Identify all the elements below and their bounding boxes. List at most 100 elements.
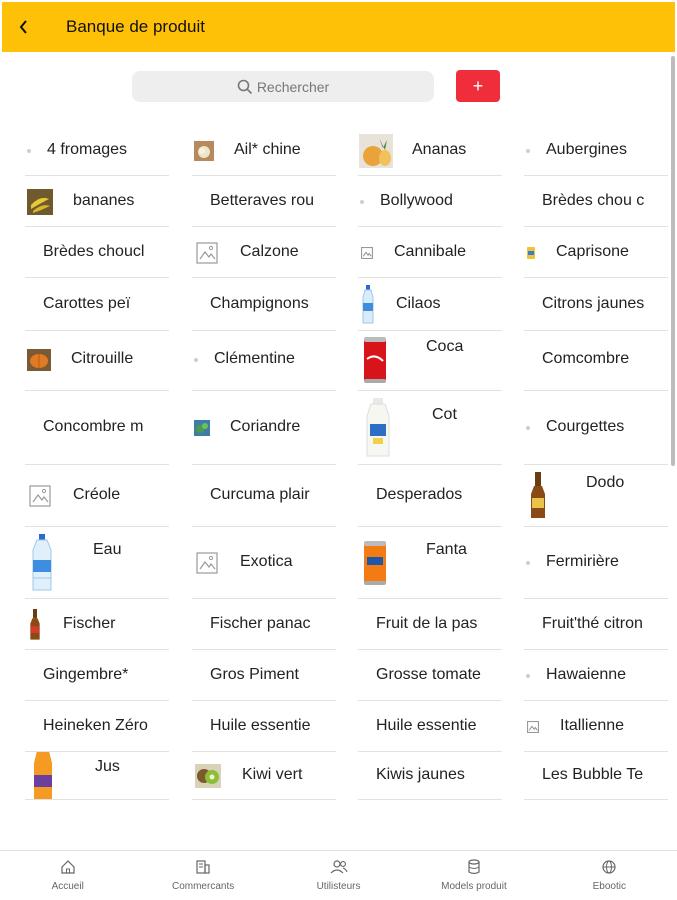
product-cell[interactable]: Gros Piment (192, 650, 336, 701)
product-label: Cannibale (394, 242, 467, 260)
product-cell[interactable]: Les Bubble Te (524, 752, 668, 800)
product-cell[interactable]: Heineken Zéro (25, 701, 169, 752)
product-label: Comcombre (542, 350, 630, 367)
product-cell[interactable]: Huile essentie (192, 701, 336, 752)
product-label: Citrouille (71, 350, 134, 367)
product-label: Betteraves rou (210, 191, 315, 209)
globe-icon (601, 859, 617, 881)
product-label: Brèdes choucl (43, 242, 145, 260)
product-cell[interactable]: Eau (25, 527, 169, 599)
product-cell[interactable]: Champignons (192, 278, 336, 331)
tab-ebootic[interactable]: Ebootic (542, 851, 677, 900)
product-thumbnail-icon (524, 391, 532, 464)
product-cell[interactable]: bananes (25, 176, 169, 227)
product-cell[interactable]: Betteraves rou (192, 176, 336, 227)
product-cell[interactable]: Huile essentie (358, 701, 502, 752)
product-cell[interactable]: Grosse tomate (358, 650, 502, 701)
product-thumbnail-icon (358, 391, 398, 464)
product-cell[interactable]: Hawaienne (524, 650, 668, 701)
product-label: Calzone (240, 242, 299, 260)
product-thumbnail-icon (192, 125, 216, 175)
product-thumbnail-icon (358, 527, 392, 598)
product-cell[interactable]: Cot (358, 391, 502, 465)
product-cell[interactable]: Desperados (358, 465, 502, 527)
product-label: Fermirière (546, 553, 619, 570)
product-cell[interactable]: Fischer panac (192, 599, 336, 650)
product-label: Huile essentie (376, 716, 477, 734)
product-cell[interactable]: Calzone (192, 227, 336, 278)
product-cell[interactable]: Ail* chine (192, 125, 336, 176)
tab-models-produit[interactable]: Models produit (406, 851, 541, 900)
product-cell[interactable]: Kiwis jaunes (358, 752, 502, 800)
product-thumbnail-icon (192, 752, 224, 799)
product-cell[interactable]: Ananas (358, 125, 502, 176)
product-cell[interactable]: Cilaos (358, 278, 502, 331)
product-label: Gros Piment (210, 665, 299, 683)
tab-label: Commercants (171, 881, 235, 892)
product-label: Champignons (210, 294, 309, 312)
product-label: Fischer (63, 614, 116, 632)
search-input[interactable]: Rechercher (132, 71, 434, 102)
product-cell[interactable]: Dodo (524, 465, 668, 527)
product-label: Coca (426, 338, 464, 355)
product-cell[interactable]: Fanta (358, 527, 502, 599)
add-product-button[interactable]: + (456, 70, 500, 102)
product-cell[interactable]: Kiwi vert (192, 752, 336, 800)
home-icon (60, 859, 76, 881)
product-cell[interactable]: Exotica (192, 527, 336, 599)
product-label: Créole (73, 486, 121, 503)
product-label: Hawaienne (546, 665, 627, 683)
product-cell[interactable]: Carottes peï (25, 278, 169, 331)
product-label: Carottes peï (43, 294, 131, 312)
tab-utilisteurs[interactable]: Utilisteurs (271, 851, 406, 900)
product-cell[interactable]: Curcuma plair (192, 465, 336, 527)
product-cell[interactable]: Gingembre* (25, 650, 169, 701)
product-thumbnail-icon (192, 329, 200, 390)
product-label: Fanta (426, 541, 467, 558)
product-cell[interactable]: Jus (25, 752, 169, 800)
database-icon (466, 859, 482, 881)
product-cell[interactable]: Caprisone (524, 227, 668, 278)
product-cell[interactable]: Brèdes choucl (25, 227, 169, 278)
product-grid: 4 fromages Ail* chine Ananas Aubergines bana… (0, 125, 672, 850)
product-cell[interactable]: Courgettes (524, 391, 668, 465)
product-label: Ananas (412, 140, 467, 158)
product-thumbnail-icon (524, 701, 542, 751)
chevron-left-icon[interactable] (2, 2, 46, 52)
product-cell[interactable]: Itallienne (524, 701, 668, 752)
product-cell[interactable]: Coca (358, 329, 502, 391)
product-label: Itallienne (560, 716, 625, 734)
users-icon (330, 859, 348, 881)
product-thumbnail-icon (358, 125, 394, 175)
scrollbar[interactable] (671, 56, 675, 466)
product-cell[interactable]: Clémentine (192, 329, 336, 391)
product-label: Ail* chine (234, 140, 301, 158)
tab-label: Models produit (441, 881, 507, 892)
product-cell[interactable]: Brèdes chou c (524, 176, 668, 227)
product-cell[interactable]: Créole (25, 465, 169, 527)
product-label: Clémentine (214, 350, 295, 367)
product-label: Heineken Zéro (43, 716, 148, 734)
product-cell[interactable]: Fermirière (524, 527, 668, 599)
tab-commercants[interactable]: Commercants (135, 851, 270, 900)
product-cell[interactable]: Bollywood (358, 176, 502, 227)
product-thumbnail-icon (25, 329, 53, 390)
product-cell[interactable]: Fruit de la pas (358, 599, 502, 650)
product-cell[interactable]: Fruit'thé citron (524, 599, 668, 650)
product-cell[interactable]: Aubergines (524, 125, 668, 176)
product-cell[interactable]: Fischer (25, 599, 169, 650)
product-cell[interactable]: Comcombre (524, 329, 668, 391)
product-cell[interactable]: Citrouille (25, 329, 169, 391)
product-cell[interactable]: Coriandre (192, 391, 336, 465)
product-cell[interactable]: Concombre m (25, 391, 169, 465)
product-cell[interactable]: 4 fromages (25, 125, 169, 176)
product-cell[interactable]: Cannibale (358, 227, 502, 278)
product-thumbnail-icon (25, 527, 59, 598)
product-label: Fischer panac (210, 614, 311, 632)
tab-accueil[interactable]: Accueil (0, 851, 135, 900)
product-thumbnail-icon (25, 465, 55, 526)
product-cell[interactable]: Citrons jaunes (524, 278, 668, 331)
product-label: Coriandre (230, 418, 301, 435)
product-label: Desperados (376, 486, 463, 503)
product-thumbnail-icon (25, 599, 45, 649)
